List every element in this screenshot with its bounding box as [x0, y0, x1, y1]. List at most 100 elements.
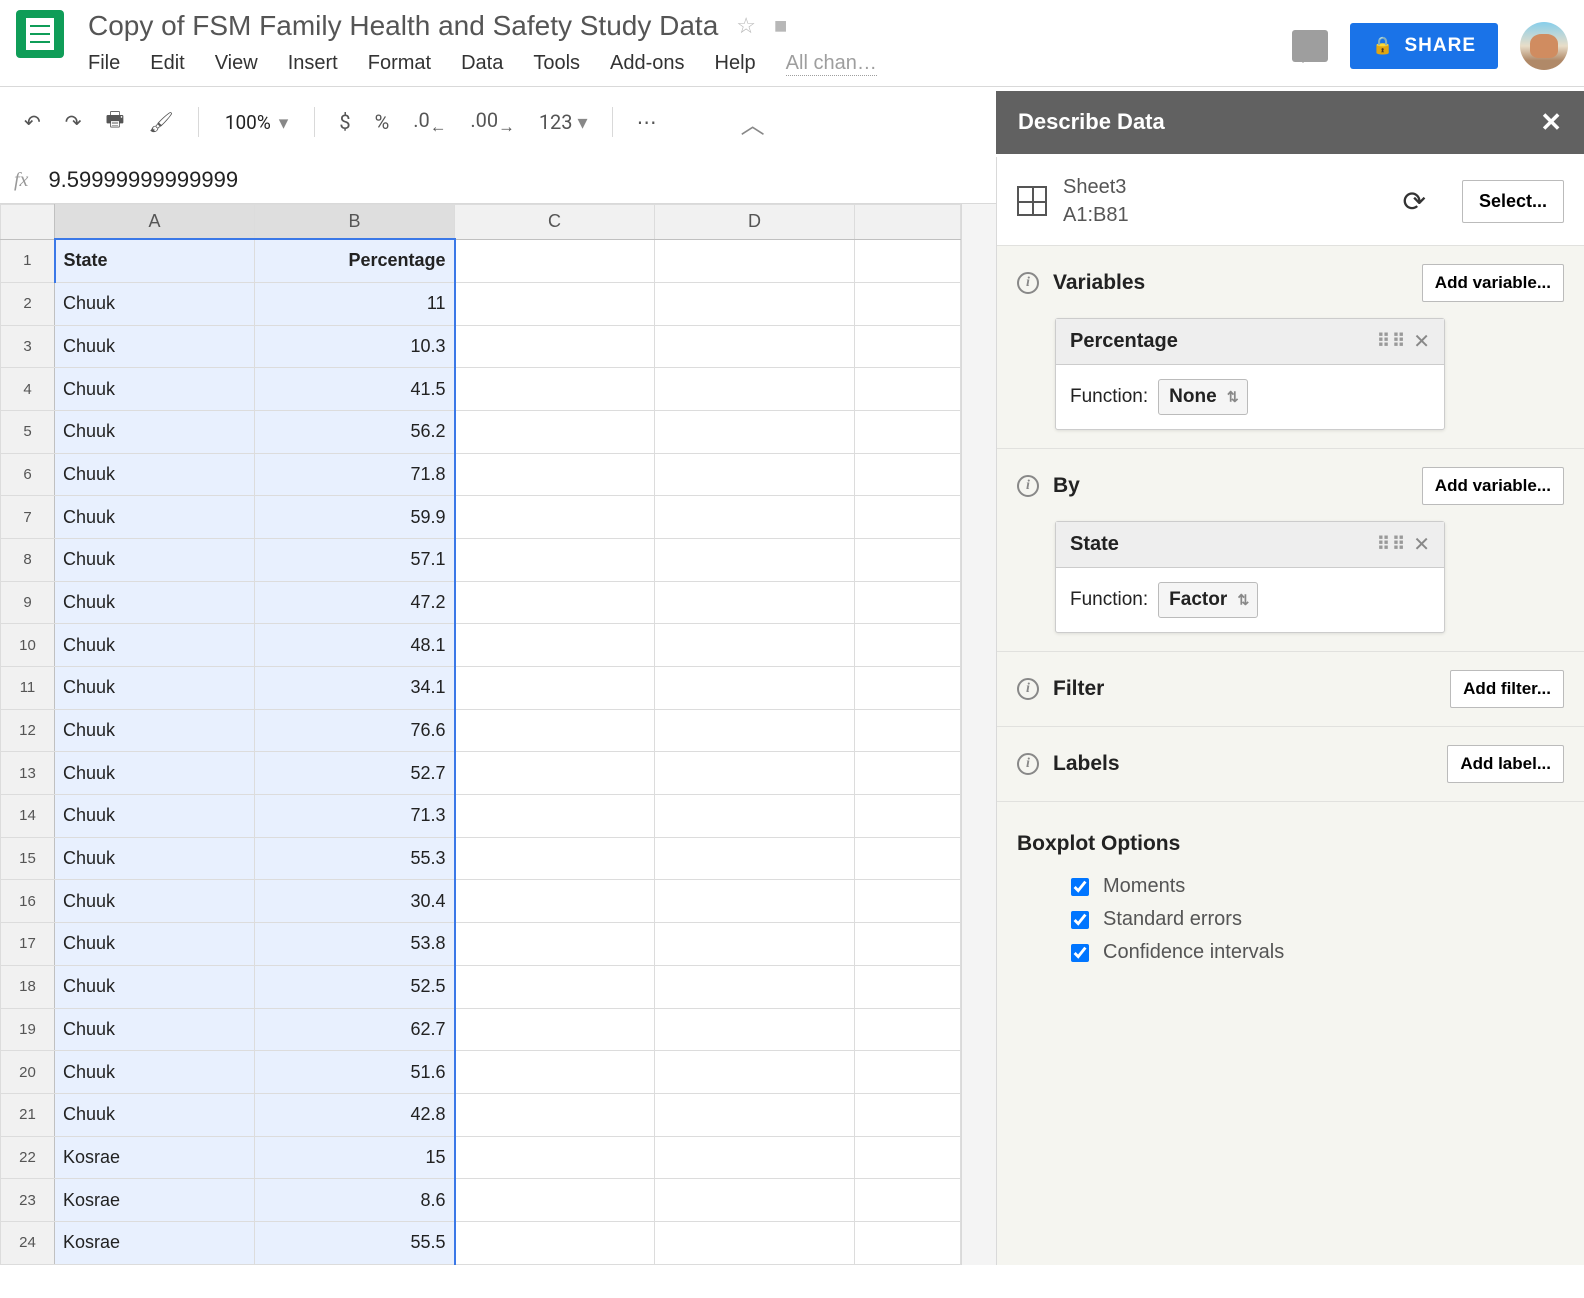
row-header[interactable]: 9 [1, 581, 55, 624]
col-header-d[interactable]: D [655, 205, 855, 240]
cell[interactable] [855, 965, 961, 1008]
cell[interactable]: 57.1 [255, 538, 455, 581]
menu-help[interactable]: Help [715, 52, 756, 76]
cell[interactable]: Chuuk [55, 752, 255, 795]
row-header[interactable]: 1 [1, 239, 55, 282]
redo-button[interactable]: ↷ [55, 102, 92, 142]
cell[interactable]: 56.2 [255, 410, 455, 453]
cell[interactable] [855, 453, 961, 496]
cell[interactable] [655, 453, 855, 496]
row-header[interactable]: 8 [1, 538, 55, 581]
drag-handle-icon[interactable]: ⠿⠿ [1377, 534, 1407, 555]
cell[interactable]: Kosrae [55, 1179, 255, 1222]
menu-file[interactable]: File [88, 52, 120, 76]
cell[interactable]: Chuuk [55, 453, 255, 496]
menu-view[interactable]: View [215, 52, 258, 76]
cell[interactable]: Chuuk [55, 581, 255, 624]
cell[interactable]: Chuuk [55, 410, 255, 453]
cell[interactable]: 8.6 [255, 1179, 455, 1222]
star-icon[interactable]: ☆ [736, 13, 756, 39]
cell[interactable] [655, 1051, 855, 1094]
row-header[interactable]: 4 [1, 368, 55, 411]
remove-variable-icon[interactable]: ✕ [1413, 329, 1430, 354]
cell[interactable]: State [55, 239, 255, 282]
stderr-checkbox[interactable] [1071, 911, 1089, 929]
ci-checkbox-row[interactable]: Confidence intervals [1017, 936, 1564, 969]
currency-button[interactable]: $ [329, 102, 360, 142]
cell[interactable] [655, 624, 855, 667]
row-header[interactable]: 10 [1, 624, 55, 667]
cell[interactable] [455, 282, 655, 325]
cell[interactable] [455, 667, 655, 710]
row-header[interactable]: 22 [1, 1136, 55, 1179]
cell[interactable]: 53.8 [255, 923, 455, 966]
corner-cell[interactable] [1, 205, 55, 240]
spreadsheet-grid[interactable]: A B C D 1StatePercentage2Chuuk113Chuuk10… [0, 204, 961, 1265]
cell[interactable]: 10.3 [255, 325, 455, 368]
col-header-c[interactable]: C [455, 205, 655, 240]
cell[interactable] [855, 538, 961, 581]
row-header[interactable]: 3 [1, 325, 55, 368]
comments-icon[interactable] [1292, 30, 1328, 62]
cell[interactable] [455, 752, 655, 795]
vertical-scrollbar[interactable] [961, 204, 996, 1265]
cell[interactable]: Chuuk [55, 667, 255, 710]
cell[interactable] [655, 581, 855, 624]
close-icon[interactable]: ✕ [1540, 107, 1562, 138]
cell[interactable] [655, 1136, 855, 1179]
refresh-icon[interactable]: ⟳ [1402, 185, 1425, 218]
moments-checkbox[interactable] [1071, 878, 1089, 896]
cell[interactable] [455, 239, 655, 282]
stderr-checkbox-row[interactable]: Standard errors [1017, 903, 1564, 936]
share-button[interactable]: 🔒 SHARE [1350, 23, 1498, 69]
cell[interactable] [655, 752, 855, 795]
cell[interactable] [855, 837, 961, 880]
cell[interactable]: Chuuk [55, 1008, 255, 1051]
row-header[interactable]: 18 [1, 965, 55, 1008]
collapse-toolbar-icon[interactable]: ︿ [741, 105, 765, 140]
cell[interactable] [855, 239, 961, 282]
cell[interactable] [855, 368, 961, 411]
cell[interactable] [655, 410, 855, 453]
cell[interactable]: Kosrae [55, 1221, 255, 1264]
cell[interactable]: Chuuk [55, 965, 255, 1008]
cell[interactable] [655, 965, 855, 1008]
cell[interactable]: 76.6 [255, 709, 455, 752]
info-icon[interactable]: i [1017, 272, 1039, 294]
increase-decimal-button[interactable]: .00→ [460, 100, 524, 145]
cell[interactable] [855, 795, 961, 838]
cell[interactable]: Chuuk [55, 795, 255, 838]
cell[interactable]: Chuuk [55, 325, 255, 368]
info-icon[interactable]: i [1017, 475, 1039, 497]
cell[interactable] [655, 1221, 855, 1264]
cell[interactable] [455, 1093, 655, 1136]
cell[interactable] [455, 1136, 655, 1179]
cell[interactable] [455, 325, 655, 368]
cell[interactable] [855, 624, 961, 667]
cell[interactable] [855, 325, 961, 368]
cell[interactable] [655, 837, 855, 880]
cell[interactable]: 41.5 [255, 368, 455, 411]
cell[interactable] [455, 1008, 655, 1051]
cell[interactable] [455, 880, 655, 923]
cell[interactable] [655, 795, 855, 838]
row-header[interactable]: 2 [1, 282, 55, 325]
menu-insert[interactable]: Insert [288, 52, 338, 76]
add-variable-button[interactable]: Add variable... [1422, 264, 1564, 302]
avatar[interactable] [1520, 22, 1568, 70]
cell[interactable] [655, 1008, 855, 1051]
cell[interactable] [455, 965, 655, 1008]
cell[interactable]: Percentage [255, 239, 455, 282]
cell[interactable] [655, 1093, 855, 1136]
row-header[interactable]: 7 [1, 496, 55, 539]
cell[interactable] [655, 923, 855, 966]
row-header[interactable]: 15 [1, 837, 55, 880]
cell[interactable]: 15 [255, 1136, 455, 1179]
cell[interactable]: 48.1 [255, 624, 455, 667]
row-header[interactable]: 11 [1, 667, 55, 710]
row-header[interactable]: 21 [1, 1093, 55, 1136]
row-header[interactable]: 6 [1, 453, 55, 496]
remove-variable-icon[interactable]: ✕ [1413, 532, 1430, 557]
cell[interactable]: Chuuk [55, 709, 255, 752]
cell[interactable]: 62.7 [255, 1008, 455, 1051]
